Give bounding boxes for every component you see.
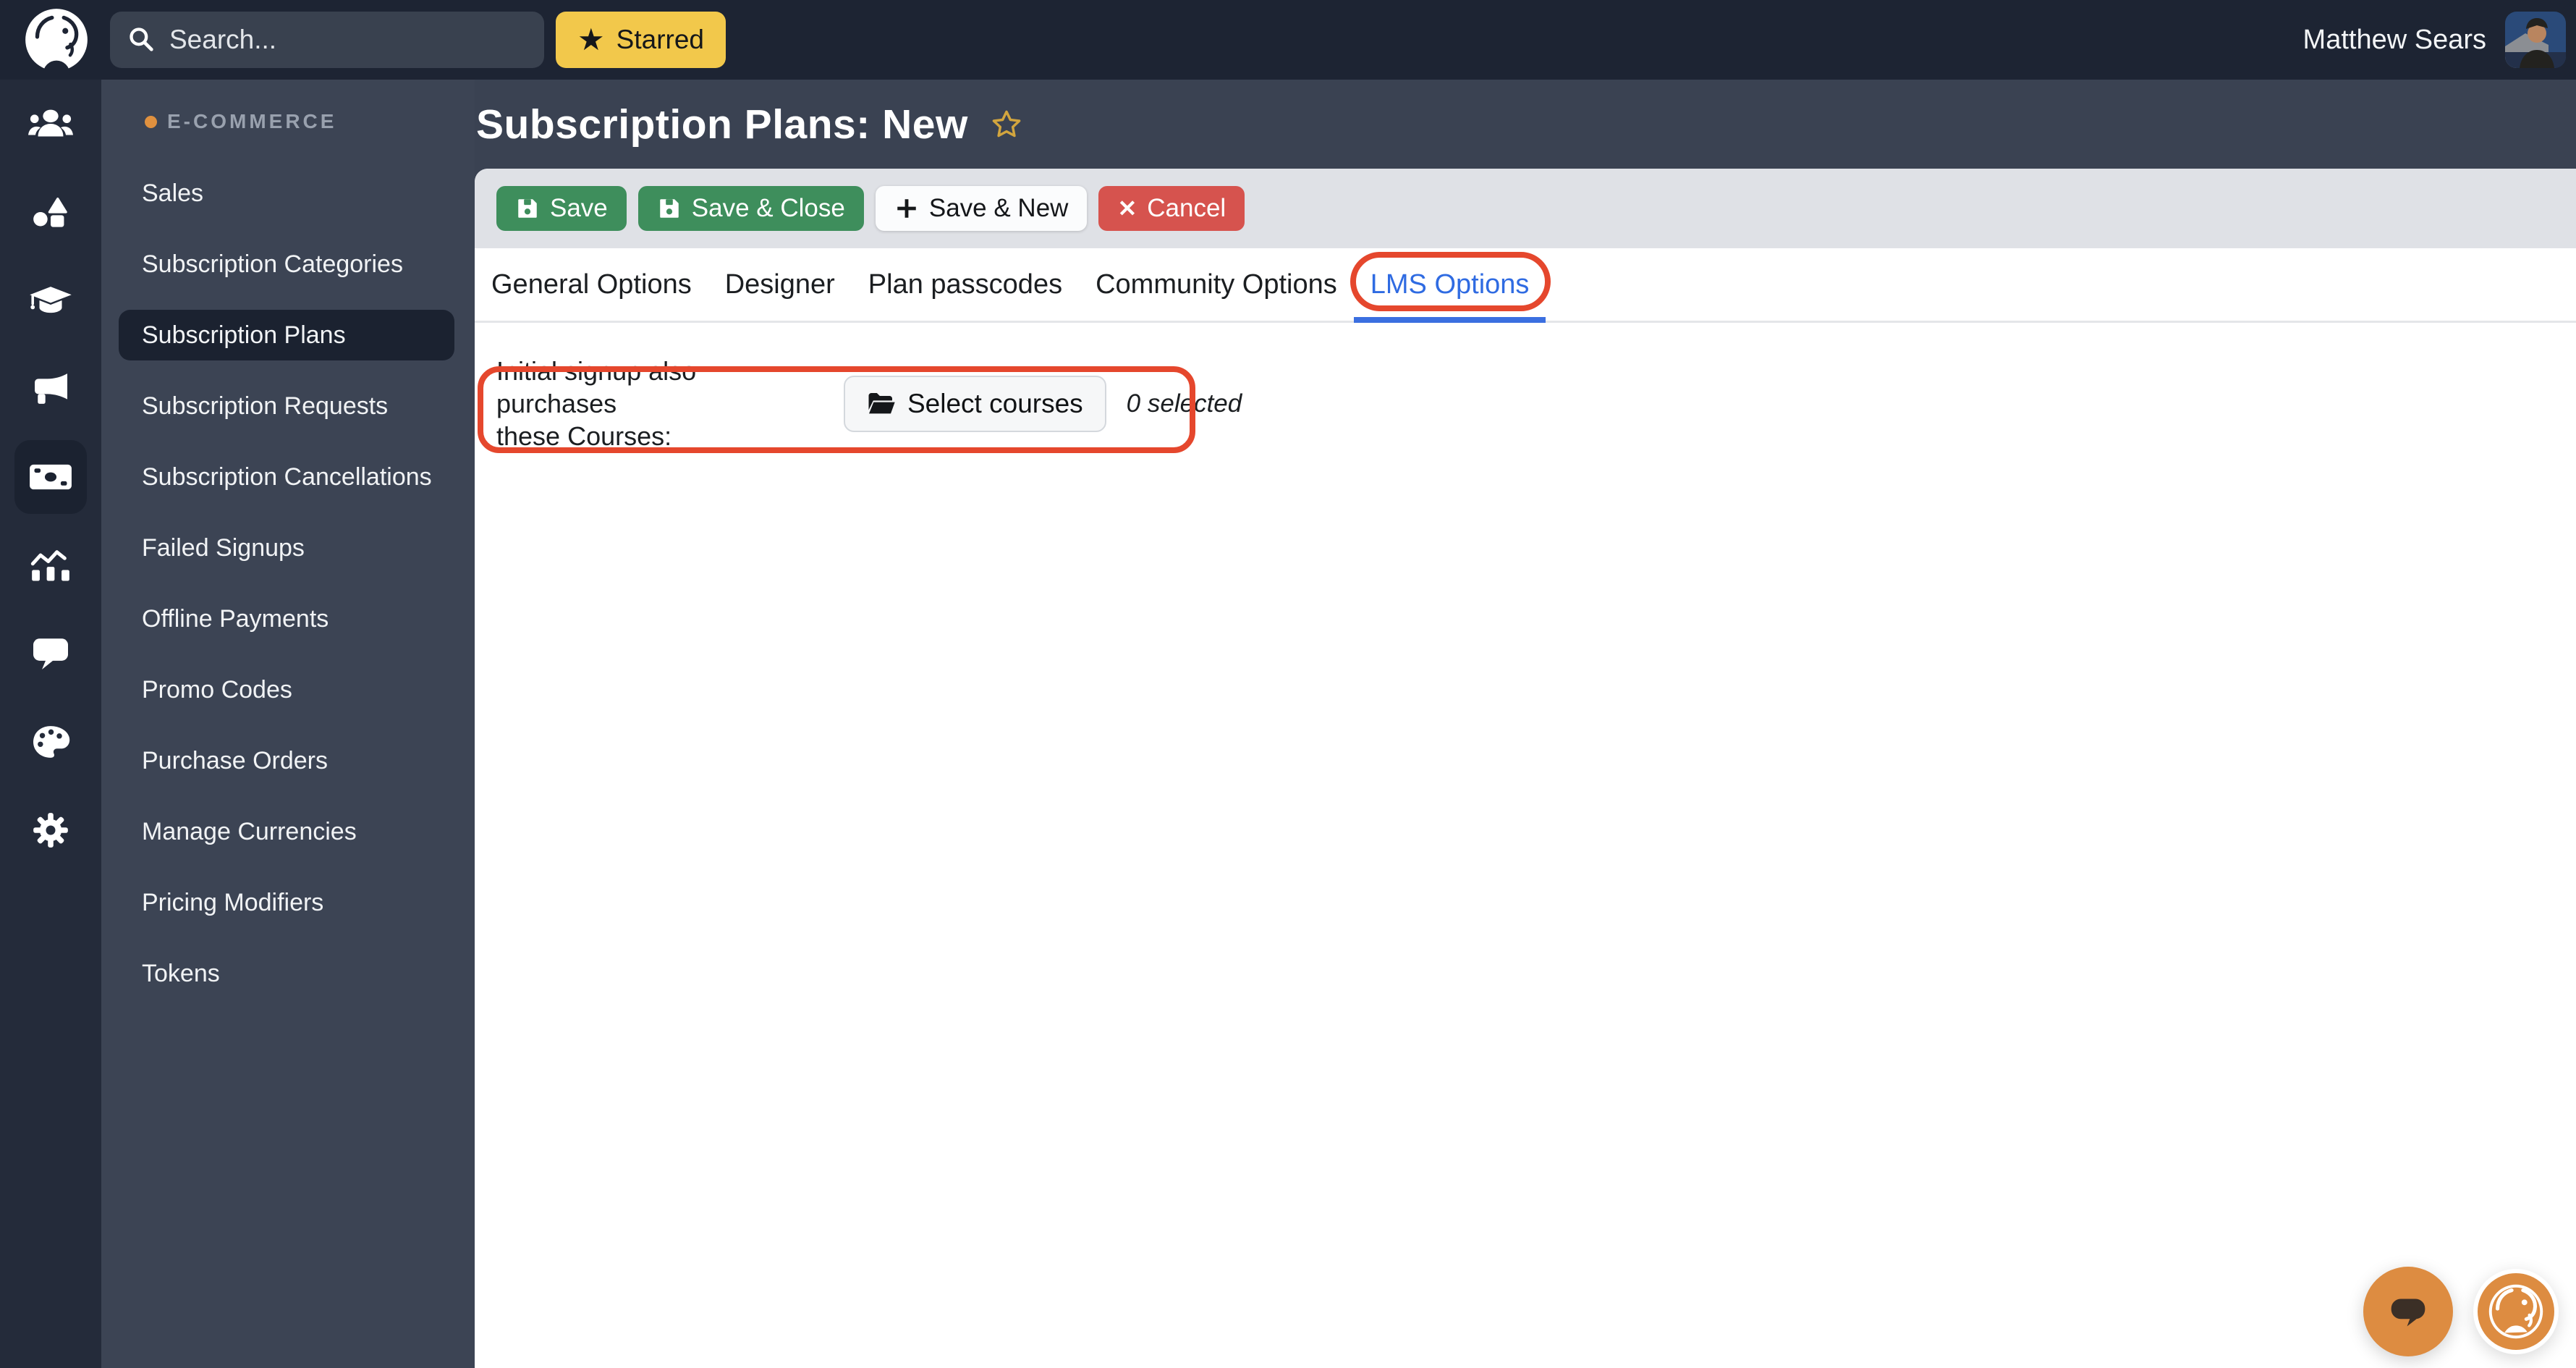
tab-lms-options[interactable]: LMS Options xyxy=(1350,248,1551,323)
star-filled-icon: ★ xyxy=(577,22,605,56)
rail-graduation-cap-icon[interactable] xyxy=(0,256,101,345)
chat-widget-button[interactable] xyxy=(2363,1267,2453,1356)
rail-megaphone-icon[interactable] xyxy=(0,345,101,433)
icon-rail xyxy=(0,80,101,1368)
page-header: Subscription Plans: New xyxy=(475,80,2576,169)
section-dot-icon xyxy=(145,115,157,128)
selected-count: 0 selected xyxy=(1126,389,1242,418)
starred-button[interactable]: ★ Starred xyxy=(556,12,726,68)
cancel-button[interactable]: ✕ Cancel xyxy=(1098,186,1245,231)
x-icon: ✕ xyxy=(1117,195,1137,221)
chat-bubble-icon xyxy=(2391,1299,2425,1327)
rail-palette-icon[interactable] xyxy=(0,698,101,786)
sidebar-item-purchase-orders[interactable]: Purchase Orders xyxy=(101,725,475,796)
sidebar-item-offline-payments[interactable]: Offline Payments xyxy=(101,583,475,654)
sidebar-item-sales[interactable]: Sales xyxy=(101,158,475,229)
app-window: Search... ★ Starred Matthew Sears E-COMM… xyxy=(0,0,2576,1368)
floppy-disk-icon xyxy=(660,199,679,218)
sidebar-section-header: E-COMMERCE xyxy=(101,106,475,138)
page-title: Subscription Plans: New xyxy=(476,101,968,148)
rail-users-icon[interactable] xyxy=(0,80,101,168)
tab-bar: General Options Designer Plan passcodes … xyxy=(475,248,2576,323)
sidebar-item-failed-signups[interactable]: Failed Signups xyxy=(101,512,475,583)
select-courses-button[interactable]: Select courses xyxy=(844,375,1106,432)
rail-chart-icon[interactable] xyxy=(0,521,101,609)
tab-plan-passcodes[interactable]: Plan passcodes xyxy=(852,248,1079,321)
plus-icon xyxy=(897,199,916,218)
rail-chat-bubble-icon[interactable] xyxy=(0,609,101,698)
favorite-star-icon[interactable] xyxy=(990,108,1023,141)
app-logo-elephant-icon[interactable] xyxy=(19,2,94,77)
sidebar-item-promo-codes[interactable]: Promo Codes xyxy=(101,654,475,725)
save-and-close-button[interactable]: Save & Close xyxy=(637,186,864,231)
rail-money-bill-icon[interactable] xyxy=(0,433,101,521)
sidebar-item-subscription-categories[interactable]: Subscription Categories xyxy=(101,229,475,300)
user-name[interactable]: Matthew Sears xyxy=(2303,25,2486,56)
avatar[interactable] xyxy=(2505,12,2566,68)
search-icon xyxy=(130,28,153,51)
topbar: Search... ★ Starred Matthew Sears xyxy=(0,0,2576,80)
tab-community-options[interactable]: Community Options xyxy=(1079,248,1354,321)
rail-gear-icon[interactable] xyxy=(0,786,101,874)
section-label: E-COMMERCE xyxy=(167,110,337,132)
search-placeholder: Search... xyxy=(169,25,277,54)
sidebar-item-subscription-cancellations[interactable]: Subscription Cancellations xyxy=(101,442,475,512)
brand-elephant-button[interactable] xyxy=(2473,1269,2559,1354)
sidebar-item-subscription-requests[interactable]: Subscription Requests xyxy=(101,371,475,442)
sidebar-menu: E-COMMERCE Sales Subscription Categories… xyxy=(101,80,475,1368)
save-and-new-button[interactable]: Save & New xyxy=(875,186,1088,231)
floppy-disk-icon xyxy=(518,199,537,218)
lms-options-panel: Initial signup also purchases these Cour… xyxy=(475,355,2576,453)
sidebar-item-subscription-plans[interactable]: Subscription Plans xyxy=(101,300,475,371)
course-field-row: Initial signup also purchases these Cour… xyxy=(496,355,2576,452)
main-area: Subscription Plans: New Save Save & Clos… xyxy=(475,80,2576,1368)
sidebar-menu-list: Sales Subscription Categories Subscripti… xyxy=(101,158,475,1009)
content-card: Save Save & Close Save & New ✕ Cancel Ge… xyxy=(475,169,2576,1368)
save-button[interactable]: Save xyxy=(496,186,627,231)
floating-widgets xyxy=(2363,1267,2559,1356)
tab-general-options[interactable]: General Options xyxy=(475,248,708,321)
folder-open-icon xyxy=(868,392,895,413)
search-input[interactable]: Search... xyxy=(110,12,544,68)
starred-label: Starred xyxy=(616,25,704,54)
elephant-logo-icon xyxy=(2486,1281,2546,1342)
course-field-label: Initial signup also purchases these Cour… xyxy=(496,356,697,451)
sidebar-item-pricing-modifiers[interactable]: Pricing Modifiers xyxy=(101,867,475,938)
tab-designer[interactable]: Designer xyxy=(708,248,852,321)
action-toolbar: Save Save & Close Save & New ✕ Cancel xyxy=(475,169,2576,248)
rail-shapes-icon[interactable] xyxy=(0,168,101,256)
sidebar-item-manage-currencies[interactable]: Manage Currencies xyxy=(101,796,475,867)
sidebar-item-tokens[interactable]: Tokens xyxy=(101,938,475,1009)
